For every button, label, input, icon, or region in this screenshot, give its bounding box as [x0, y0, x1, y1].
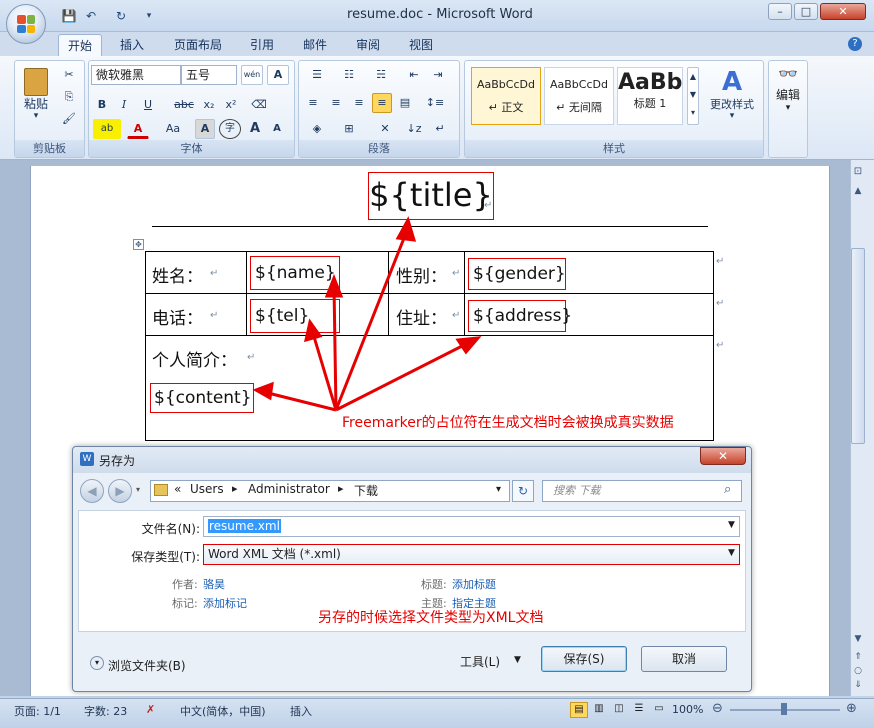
back-icon[interactable]: ◀: [80, 479, 104, 503]
print-layout-icon[interactable]: ▤: [570, 702, 588, 718]
full-screen-icon[interactable]: ▥: [590, 702, 608, 718]
language[interactable]: 中文(简体，中国): [180, 703, 266, 719]
breadcrumb-users[interactable]: Users: [190, 482, 224, 496]
draft-icon[interactable]: ▭: [650, 702, 668, 718]
zoom-slider-thumb[interactable]: [781, 703, 787, 715]
filetype-label: 保存类型(T):: [131, 550, 200, 564]
annotation-filetype: 另存的时候选择文件类型为XML文档: [318, 610, 544, 626]
dialog-title: 另存为: [99, 454, 136, 468]
zoom-in-icon[interactable]: ⊕: [846, 701, 857, 716]
filetype-select[interactable]: Word XML 文档 (*.xml): [203, 544, 740, 565]
breadcrumb-downloads[interactable]: 下载: [354, 482, 378, 499]
dialog-close-button[interactable]: ✕: [700, 447, 746, 465]
breadcrumb-sep[interactable]: ▸: [232, 482, 238, 495]
save-button[interactable]: 保存(S): [541, 646, 627, 672]
proofing-icon[interactable]: ✗: [146, 703, 155, 716]
doc-title-label: 标题:: [421, 578, 447, 591]
breadcrumb-sep[interactable]: ▸: [338, 482, 344, 495]
arrow-to-title: [334, 227, 410, 411]
filetype-dropdown-icon[interactable]: ▼: [728, 548, 735, 558]
status-bar: [0, 698, 874, 728]
arrow-head-tel: [303, 318, 323, 343]
annotation-placeholders: Freemarker的占位符在生成文档时会被换成真实数据: [342, 415, 674, 431]
filename-dropdown-icon[interactable]: ▼: [728, 520, 735, 530]
author-label: 作者:: [172, 578, 198, 591]
refresh-icon[interactable]: ↻: [512, 480, 534, 502]
arrow-to-name: [332, 285, 338, 411]
folder-icon: [154, 484, 168, 496]
breadcrumb-administrator[interactable]: Administrator: [248, 482, 330, 496]
insert-mode[interactable]: 插入: [290, 703, 312, 719]
search-input[interactable]: 搜索 下载: [542, 480, 742, 502]
outline-icon[interactable]: ☰: [630, 702, 648, 718]
tags-value[interactable]: 添加标记: [203, 595, 247, 611]
author-value[interactable]: 骆昊: [203, 576, 225, 592]
filename-input[interactable]: resume.xml: [203, 516, 740, 537]
arrow-head-content: [252, 381, 274, 401]
arrow-to-address: [335, 340, 471, 412]
office-button[interactable]: [6, 4, 46, 44]
tools-dropdown-icon[interactable]: ▼: [514, 655, 521, 665]
address-dropdown-icon[interactable]: ▾: [496, 484, 501, 495]
arrow-head-name: [324, 273, 344, 298]
arrow-head-address: [455, 336, 482, 355]
search-icon[interactable]: ⌕: [724, 482, 731, 497]
tools-button[interactable]: 工具(L): [460, 653, 500, 670]
history-dropdown-icon[interactable]: ▾: [136, 485, 140, 494]
word-count[interactable]: 字数: 23: [84, 703, 127, 719]
arrow-to-tel: [310, 329, 338, 411]
expand-icon[interactable]: ▾: [90, 656, 104, 670]
zoom-level[interactable]: 100%: [672, 703, 703, 716]
browse-folders-button[interactable]: 浏览文件夹(B): [108, 657, 186, 674]
filename-label: 文件名(N):: [141, 522, 200, 536]
office-logo-icon: [17, 15, 35, 33]
arrow-to-content: [263, 390, 337, 412]
breadcrumb-overflow[interactable]: «: [174, 482, 181, 496]
tags-label: 标记:: [172, 597, 198, 610]
dialog-title-bar: [73, 447, 751, 473]
web-layout-icon[interactable]: ◫: [610, 702, 628, 718]
word-doc-icon: W: [80, 452, 94, 466]
doc-title-value[interactable]: 添加标题: [452, 576, 496, 592]
forward-icon[interactable]: ▶: [108, 479, 132, 503]
arrow-head-title: [395, 216, 417, 242]
cancel-button[interactable]: 取消: [641, 646, 727, 672]
zoom-out-icon[interactable]: ⊖: [712, 701, 723, 716]
page-count[interactable]: 页面: 1/1: [14, 703, 61, 719]
